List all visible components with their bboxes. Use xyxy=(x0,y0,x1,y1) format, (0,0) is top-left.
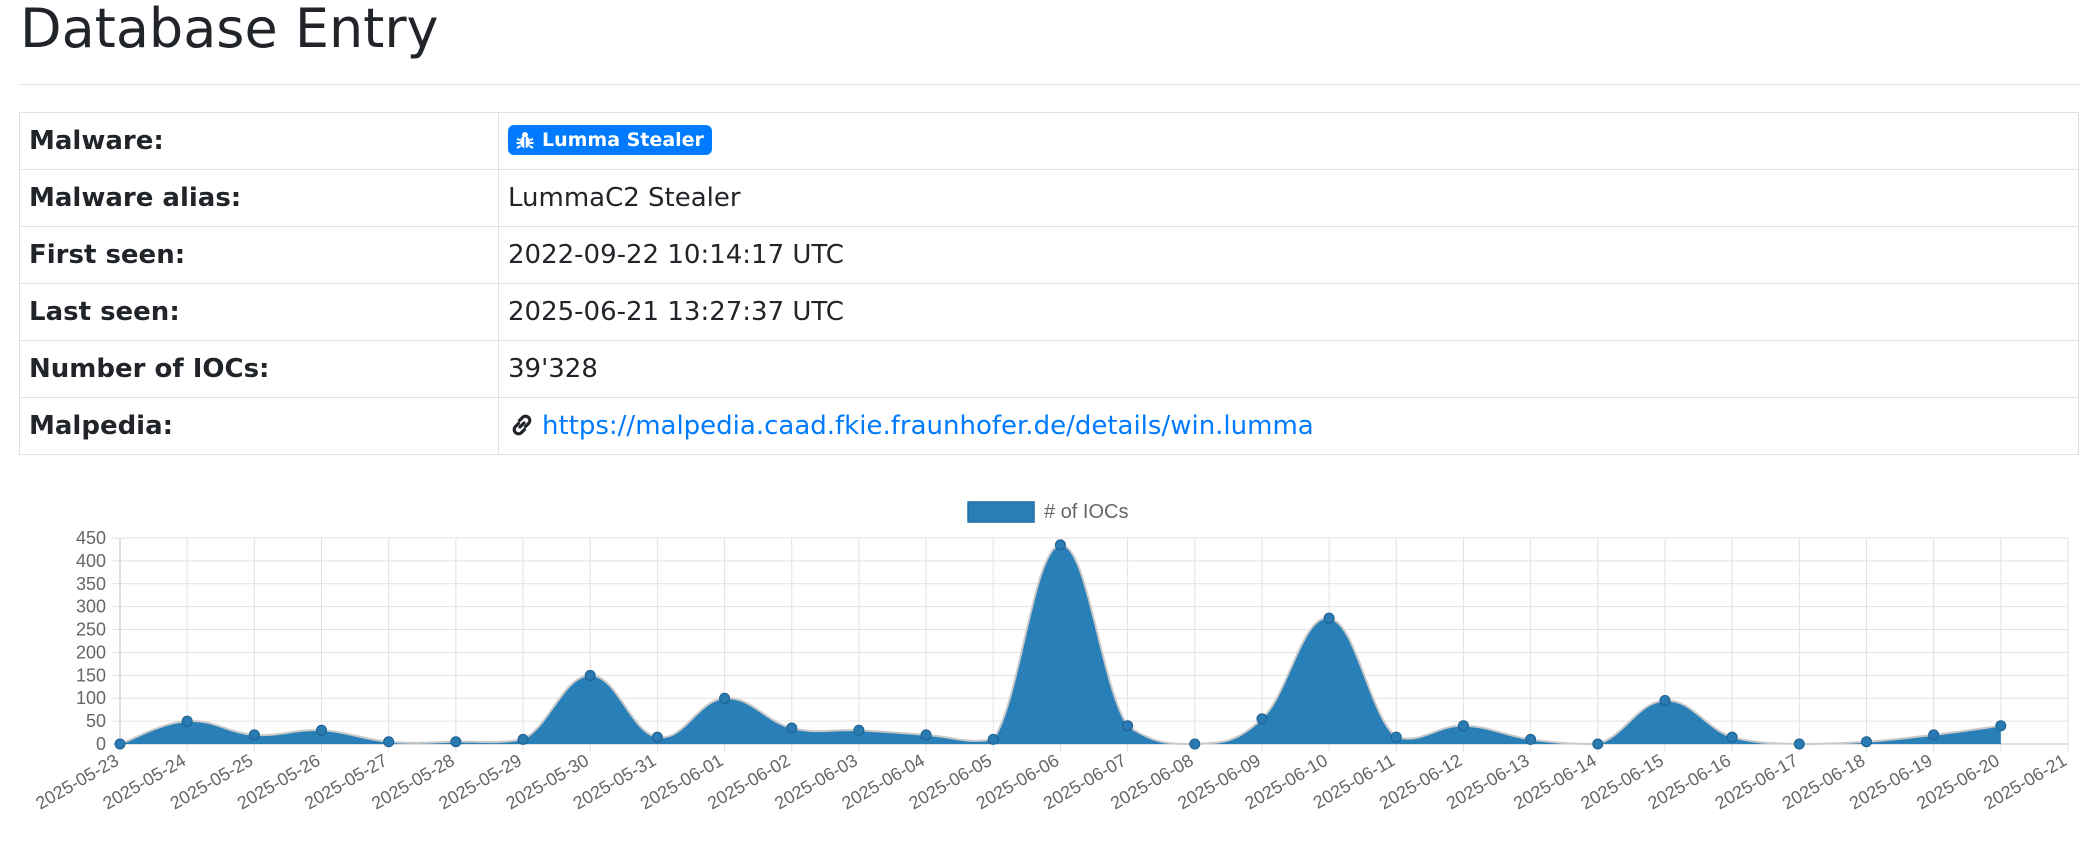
data-point xyxy=(114,738,126,750)
y-tick-label: 50 xyxy=(86,711,106,731)
data-point xyxy=(1189,738,1201,750)
data-point xyxy=(987,733,999,745)
title-divider xyxy=(20,84,2080,85)
row-value-malware: Lumma Stealer xyxy=(498,112,2079,170)
data-point xyxy=(316,724,328,736)
y-tick-label: 250 xyxy=(76,620,106,640)
data-point xyxy=(1323,612,1335,624)
y-tick-label: 350 xyxy=(76,574,106,594)
series-area xyxy=(120,544,2001,744)
data-point xyxy=(719,692,731,704)
data-point xyxy=(450,736,462,748)
data-point xyxy=(1592,738,1604,750)
data-point xyxy=(920,729,932,741)
malware-badge-label: Lumma Stealer xyxy=(542,129,704,151)
table-row: Malware: Lumma Stealer xyxy=(19,112,2079,170)
row-value-last-seen: 2025-06-21 13:27:37 UTC xyxy=(498,283,2079,341)
y-tick-label: 150 xyxy=(76,665,106,685)
table-row: Number of IOCs: 39'328 xyxy=(19,340,2079,398)
row-label-malpedia: Malpedia: xyxy=(19,397,499,455)
bug-icon xyxy=(516,132,534,149)
row-value-malpedia: https://malpedia.caad.fkie.fraunhofer.de… xyxy=(498,397,2079,455)
table-row: Malware alias: LummaC2 Stealer xyxy=(19,169,2079,227)
data-point xyxy=(517,733,529,745)
data-point xyxy=(853,724,865,736)
data-point xyxy=(1256,713,1268,725)
row-value-malware-alias: LummaC2 Stealer xyxy=(498,169,2079,227)
link-icon xyxy=(512,414,532,436)
ioc-area-chart: # of IOCs0501001502002503003504004502025… xyxy=(32,501,2070,814)
data-point xyxy=(584,669,596,681)
data-point xyxy=(651,731,663,743)
data-point xyxy=(1054,539,1066,551)
row-value-first-seen: 2022-09-22 10:14:17 UTC xyxy=(498,226,2079,284)
data-point xyxy=(1793,738,1805,750)
y-tick-label: 300 xyxy=(76,597,106,617)
data-point xyxy=(1928,729,1940,741)
data-point xyxy=(1525,733,1537,745)
data-point xyxy=(181,715,193,727)
legend-label: # of IOCs xyxy=(1044,501,1128,523)
row-label-number-of-iocs: Number of IOCs: xyxy=(19,340,499,398)
data-point xyxy=(248,729,260,741)
data-point xyxy=(1659,695,1671,707)
y-tick-label: 450 xyxy=(76,528,106,548)
row-label-last-seen: Last seen: xyxy=(19,283,499,341)
data-point xyxy=(786,722,798,734)
y-tick-label: 200 xyxy=(76,642,106,662)
data-point xyxy=(1122,720,1134,732)
page-title: Database Entry xyxy=(20,0,439,60)
row-label-malware: Malware: xyxy=(19,112,499,170)
y-tick-label: 0 xyxy=(96,734,106,754)
row-value-number-of-iocs: 39'328 xyxy=(498,340,2079,398)
y-tick-label: 100 xyxy=(76,688,106,708)
table-row: Last seen: 2025-06-21 13:27:37 UTC xyxy=(19,283,2079,341)
row-label-malware-alias: Malware alias: xyxy=(19,169,499,227)
malpedia-link[interactable]: https://malpedia.caad.fkie.fraunhofer.de… xyxy=(542,411,1314,441)
data-point xyxy=(1726,731,1738,743)
table-row: Malpedia: https://malpedia.caad.fkie.fra… xyxy=(19,397,2079,455)
data-point xyxy=(1457,720,1469,732)
legend-swatch xyxy=(967,501,1035,523)
data-point xyxy=(1390,731,1402,743)
row-label-first-seen: First seen: xyxy=(19,226,499,284)
table-row: First seen: 2022-09-22 10:14:17 UTC xyxy=(19,226,2079,284)
data-point xyxy=(1860,736,1872,748)
malware-badge[interactable]: Lumma Stealer xyxy=(508,125,712,155)
y-tick-label: 400 xyxy=(76,551,106,571)
data-point xyxy=(383,736,395,748)
data-point xyxy=(1995,720,2007,732)
database-entry-table: Malware: Lumma Stealer Malware alias: Lu… xyxy=(19,112,2079,455)
